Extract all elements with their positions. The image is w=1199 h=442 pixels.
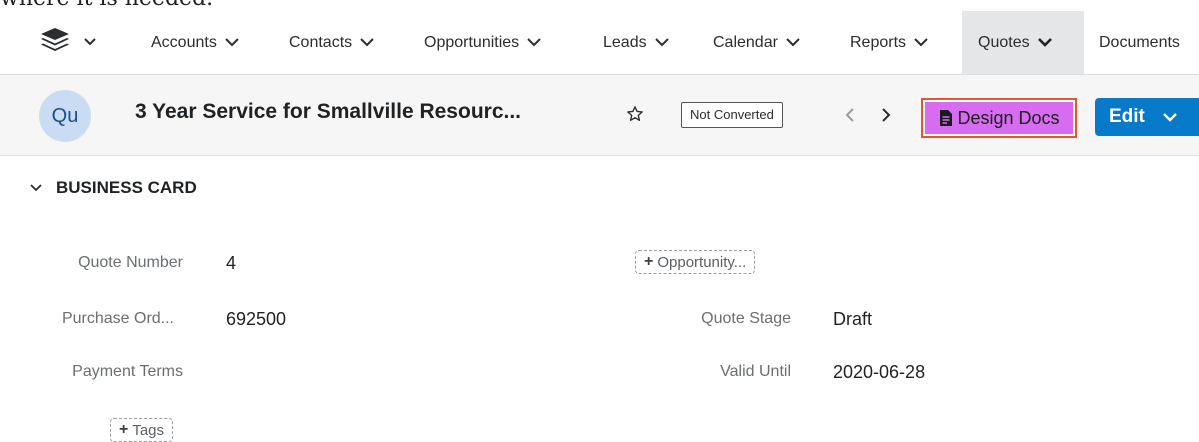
nav-item-quotes[interactable]: Quotes xyxy=(962,11,1084,74)
chevron-down-icon xyxy=(786,38,800,47)
purchase-order-label: Purchase Ord... xyxy=(61,310,174,327)
record-header: Qu 3 Year Service for Smallville Resourc… xyxy=(0,75,1199,156)
layers-icon xyxy=(40,27,70,58)
edit-button[interactable]: Edit xyxy=(1095,98,1199,136)
chevron-down-icon xyxy=(84,38,96,46)
chevron-down-icon[interactable] xyxy=(1163,112,1177,122)
record-title: 3 Year Service for Smallville Resourc... xyxy=(135,100,521,123)
app-logo-menu[interactable] xyxy=(40,27,110,57)
nav-item-reports[interactable]: Reports xyxy=(850,11,928,74)
add-opportunity-label: Opportunity... xyxy=(657,253,747,271)
avatar: Qu xyxy=(39,90,91,142)
top-nav-bar: Accounts Contacts Opportunities Leads Ca… xyxy=(0,11,1199,75)
plus-icon: + xyxy=(119,421,129,438)
purchase-order-value[interactable]: 692500 xyxy=(226,309,286,330)
nav-item-label: Opportunities xyxy=(424,33,520,51)
add-opportunity-button[interactable]: + Opportunity... xyxy=(635,250,756,274)
quote-number-value[interactable]: 4 xyxy=(226,253,236,274)
quote-stage-value[interactable]: Draft xyxy=(833,309,872,330)
status-badge: Not Converted xyxy=(681,102,783,128)
add-tags-button[interactable]: + Tags xyxy=(110,418,174,442)
chevron-left-icon[interactable] xyxy=(845,107,855,128)
valid-until-value[interactable]: 2020-06-28 xyxy=(833,362,925,383)
edit-label: Edit xyxy=(1109,106,1145,127)
star-icon[interactable] xyxy=(626,105,644,128)
plus-icon: + xyxy=(644,253,654,270)
chevron-down-icon xyxy=(914,38,928,47)
document-icon xyxy=(938,109,954,127)
nav-item-label: Calendar xyxy=(713,33,778,51)
quote-stage-label: Quote Stage xyxy=(701,310,791,327)
nav-item-label: Reports xyxy=(850,33,907,51)
chevron-down-icon xyxy=(654,38,669,47)
caption-text: where it is needed. xyxy=(0,0,213,11)
add-tags-label: Tags xyxy=(132,421,165,439)
nav-item-opportunities[interactable]: Opportunities xyxy=(424,11,541,74)
nav-item-accounts[interactable]: Accounts xyxy=(151,11,239,74)
nav-item-label: Accounts xyxy=(151,33,217,51)
nav-item-contacts[interactable]: Contacts xyxy=(289,11,374,74)
chevron-down-icon xyxy=(30,184,42,192)
design-docs-button[interactable]: Design Docs xyxy=(921,98,1077,138)
valid-until-label: Valid Until xyxy=(720,363,791,380)
chevron-down-icon xyxy=(225,38,239,47)
nav-item-calendar[interactable]: Calendar xyxy=(713,11,800,74)
chevron-right-icon[interactable] xyxy=(881,107,891,128)
nav-item-documents[interactable]: Documents xyxy=(1099,11,1180,74)
design-docs-label: Design Docs xyxy=(957,107,1060,128)
chevron-down-icon xyxy=(527,38,541,47)
quote-number-label: Quote Number xyxy=(78,254,183,271)
chevron-down-icon xyxy=(360,38,374,47)
panel-toggle-business-card[interactable]: BUSINESS CARD xyxy=(30,178,197,198)
nav-item-label: Documents xyxy=(1099,33,1180,51)
panel-heading: BUSINESS CARD xyxy=(56,178,197,197)
nav-item-label: Contacts xyxy=(289,33,353,51)
payment-terms-label: Payment Terms xyxy=(72,363,183,380)
nav-item-label: Leads xyxy=(603,33,647,51)
nav-item-leads[interactable]: Leads xyxy=(603,11,669,74)
nav-item-label: Quotes xyxy=(978,33,1030,51)
chevron-down-icon xyxy=(1037,38,1052,47)
